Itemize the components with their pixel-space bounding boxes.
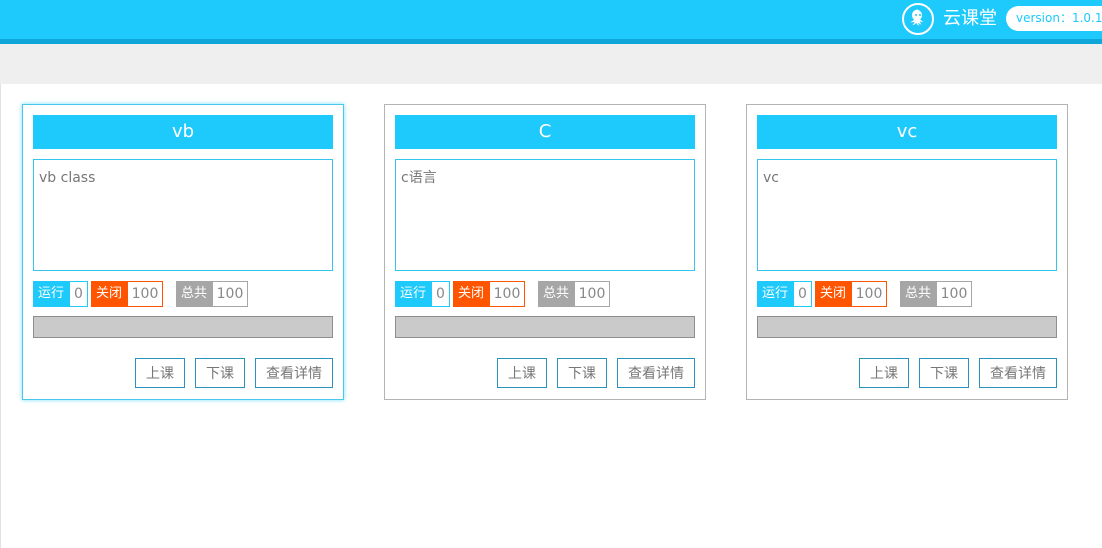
start-class-button[interactable]: 上课 xyxy=(135,358,185,388)
closed-value: 100 xyxy=(127,281,164,307)
view-details-button[interactable]: 查看详情 xyxy=(255,358,333,388)
version-badge: version：1.0.1 xyxy=(1006,6,1102,31)
closed-label: 关闭 xyxy=(815,281,852,307)
end-class-button[interactable]: 下课 xyxy=(195,358,245,388)
brand-name: 云课堂 xyxy=(943,8,997,29)
brand[interactable]: 云课堂 xyxy=(902,3,997,35)
course-title: C xyxy=(395,115,695,149)
course-title: vb xyxy=(33,115,333,149)
running-label: 运行 xyxy=(33,281,70,307)
course-description: vb class xyxy=(33,159,333,271)
toolbar-strip xyxy=(0,44,1102,84)
running-label: 运行 xyxy=(757,281,794,307)
end-class-button[interactable]: 下课 xyxy=(557,358,607,388)
progress-bar xyxy=(757,316,1057,338)
total-label: 总共 xyxy=(900,281,937,307)
running-value: 0 xyxy=(431,281,451,307)
start-class-button[interactable]: 上课 xyxy=(859,358,909,388)
course-card[interactable]: C c语言 运行 0 关闭 100 总共 100 上课 下课 查看详情 xyxy=(384,104,706,400)
top-header-bar: 云课堂 version：1.0.1 xyxy=(0,0,1102,39)
total-value: 100 xyxy=(936,281,973,307)
closed-label: 关闭 xyxy=(453,281,490,307)
running-count: 运行 0 xyxy=(395,281,451,307)
course-description: vc xyxy=(757,159,1057,271)
running-value: 0 xyxy=(793,281,813,307)
total-value: 100 xyxy=(574,281,611,307)
running-count: 运行 0 xyxy=(33,281,89,307)
running-label: 运行 xyxy=(395,281,432,307)
closed-count: 关闭 100 xyxy=(453,281,526,307)
total-count: 总共 100 xyxy=(538,281,611,307)
progress-bar xyxy=(33,316,333,338)
view-details-button[interactable]: 查看详情 xyxy=(979,358,1057,388)
closed-value: 100 xyxy=(851,281,888,307)
end-class-button[interactable]: 下课 xyxy=(919,358,969,388)
course-card[interactable]: vc vc 运行 0 关闭 100 总共 100 上课 下课 查看详情 xyxy=(746,104,1068,400)
course-grid: vb vb class 运行 0 关闭 100 总共 100 上课 下课 查看详… xyxy=(0,84,1102,548)
progress-bar xyxy=(395,316,695,338)
running-value: 0 xyxy=(69,281,89,307)
closed-count: 关闭 100 xyxy=(91,281,164,307)
course-title: vc xyxy=(757,115,1057,149)
total-value: 100 xyxy=(212,281,249,307)
closed-value: 100 xyxy=(489,281,526,307)
total-label: 总共 xyxy=(538,281,575,307)
course-description: c语言 xyxy=(395,159,695,271)
closed-count: 关闭 100 xyxy=(815,281,888,307)
total-count: 总共 100 xyxy=(176,281,249,307)
running-count: 运行 0 xyxy=(757,281,813,307)
total-count: 总共 100 xyxy=(900,281,973,307)
start-class-button[interactable]: 上课 xyxy=(497,358,547,388)
view-details-button[interactable]: 查看详情 xyxy=(617,358,695,388)
total-label: 总共 xyxy=(176,281,213,307)
closed-label: 关闭 xyxy=(91,281,128,307)
octopus-icon xyxy=(902,3,934,35)
course-card[interactable]: vb vb class 运行 0 关闭 100 总共 100 上课 下课 查看详… xyxy=(22,104,344,400)
